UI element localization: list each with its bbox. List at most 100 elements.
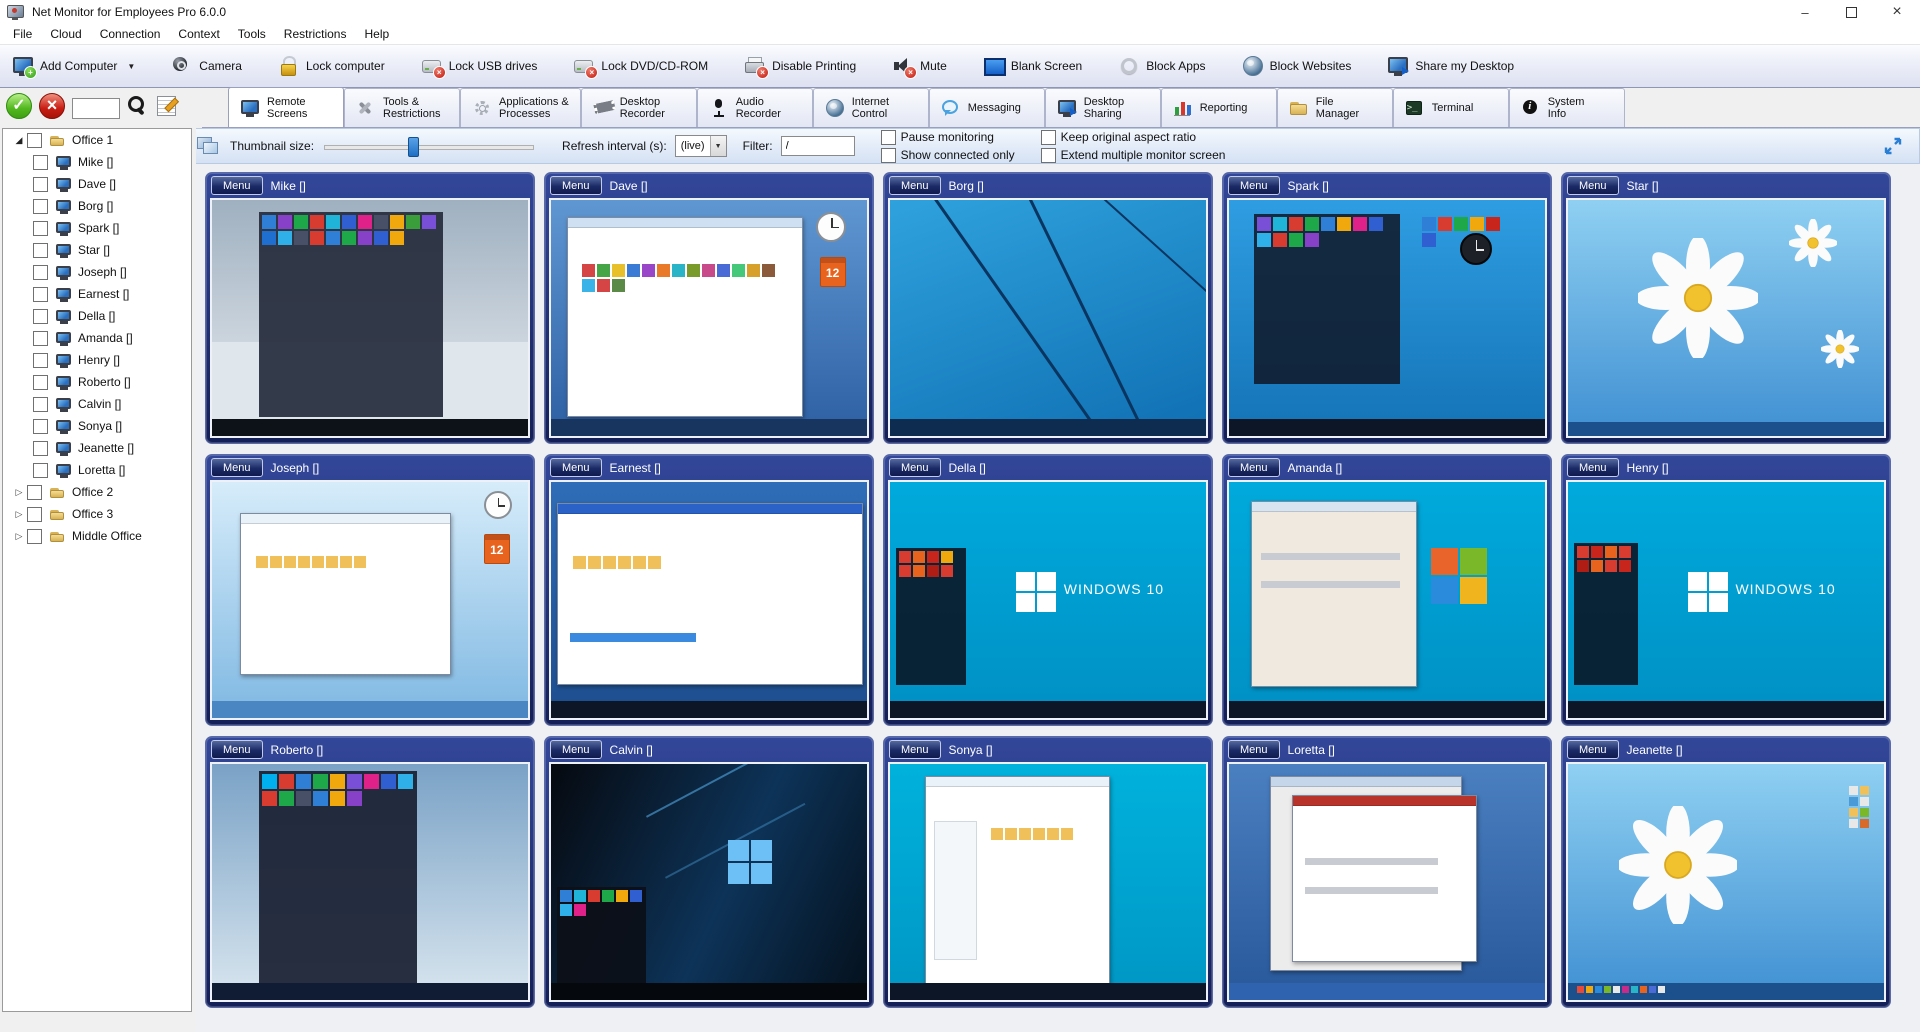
tree-checkbox[interactable] — [33, 353, 48, 368]
thumbnail-menu-button[interactable]: Menu — [550, 458, 602, 477]
menu-cloud[interactable]: Cloud — [41, 25, 90, 43]
tree-checkbox[interactable] — [33, 331, 48, 346]
tree-item-joseph[interactable]: Joseph [] — [3, 261, 191, 283]
toolbar-lock-dvd-cd-rom[interactable]: ×Lock DVD/CD-ROM — [573, 55, 708, 77]
menu-connection[interactable]: Connection — [91, 25, 170, 43]
remote-screen[interactable] — [1227, 762, 1547, 1002]
thumbnail-cell-sonya[interactable]: Menu Sonya [] — [883, 736, 1213, 1008]
tab-terminal[interactable]: >_Terminal — [1393, 88, 1509, 127]
thumbnail-menu-button[interactable]: Menu — [1567, 458, 1619, 477]
checkbox-box[interactable] — [881, 148, 896, 163]
tree-item-middle-office[interactable]: ▷Middle Office — [3, 525, 191, 547]
tree-checkbox[interactable] — [27, 133, 42, 148]
tree-checkbox[interactable] — [33, 243, 48, 258]
thumbnail-menu-button[interactable]: Menu — [889, 176, 941, 195]
thumbnail-menu-button[interactable]: Menu — [1228, 458, 1280, 477]
tree-checkbox[interactable] — [33, 441, 48, 456]
toolbar-block-apps[interactable]: Block Apps — [1118, 55, 1205, 77]
tree-checkbox[interactable] — [33, 375, 48, 390]
tab-audio-recorder[interactable]: AudioRecorder — [697, 88, 813, 127]
tree-item-mike[interactable]: Mike [] — [3, 151, 191, 173]
tree-checkbox[interactable] — [27, 485, 42, 500]
tab-desktop-sharing[interactable]: DesktopSharing — [1045, 88, 1161, 127]
thumbnail-menu-button[interactable]: Menu — [1228, 740, 1280, 759]
tree-checkbox[interactable] — [33, 265, 48, 280]
checkbox-pause-monitoring[interactable]: Pause monitoring — [881, 130, 1015, 145]
tab-tools-restrictions[interactable]: Tools &Restrictions — [344, 88, 460, 127]
thumbnail-cell-dave[interactable]: Menu Dave [] 12 — [544, 172, 874, 444]
close-button[interactable]: × — [1874, 0, 1920, 24]
tree-item-amanda[interactable]: Amanda [] — [3, 327, 191, 349]
remote-screen[interactable] — [1227, 198, 1547, 438]
tree-item-sonya[interactable]: Sonya [] — [3, 415, 191, 437]
tree-checkbox[interactable] — [33, 463, 48, 478]
thumbnail-cell-loretta[interactable]: Menu Loretta [] — [1222, 736, 1552, 1008]
slider-handle[interactable] — [408, 137, 419, 157]
toolbar-lock-computer[interactable]: Lock computer — [278, 55, 385, 77]
remote-screen[interactable] — [1566, 762, 1886, 1002]
minimize-button[interactable]: – — [1782, 0, 1828, 24]
maximize-button[interactable] — [1828, 0, 1874, 24]
tree-item-office-2[interactable]: ▷Office 2 — [3, 481, 191, 503]
tree-item-roberto[interactable]: Roberto [] — [3, 371, 191, 393]
tree-item-borg[interactable]: Borg [] — [3, 195, 191, 217]
tree-item-star[interactable]: Star [] — [3, 239, 191, 261]
tree-item-calvin[interactable]: Calvin [] — [3, 393, 191, 415]
tree-checkbox[interactable] — [27, 529, 42, 544]
checkbox-box[interactable] — [881, 130, 896, 145]
tab-reporting[interactable]: Reporting — [1161, 88, 1277, 127]
expand-view-icon[interactable] — [1883, 136, 1903, 156]
remote-screen[interactable] — [888, 762, 1208, 1002]
thumbnail-cell-mike[interactable]: Menu Mike [] — [205, 172, 535, 444]
toolbar-camera[interactable]: Camera — [171, 55, 242, 77]
tree-checkbox[interactable] — [33, 177, 48, 192]
thumbnail-cell-roberto[interactable]: Menu Roberto [] — [205, 736, 535, 1008]
menu-help[interactable]: Help — [355, 25, 398, 43]
thumbnail-menu-button[interactable]: Menu — [550, 740, 602, 759]
remote-screen[interactable] — [549, 762, 869, 1002]
tree-item-dave[interactable]: Dave [] — [3, 173, 191, 195]
thumbnail-menu-button[interactable]: Menu — [1567, 740, 1619, 759]
toolbar-block-websites[interactable]: Block Websites — [1242, 55, 1352, 77]
remote-screen[interactable]: 12 — [549, 198, 869, 438]
expand-icon[interactable]: ▷ — [11, 487, 27, 498]
thumbnail-menu-button[interactable]: Menu — [889, 458, 941, 477]
tree-item-spark[interactable]: Spark [] — [3, 217, 191, 239]
tab-applications-processes[interactable]: Applications &Processes — [460, 88, 581, 127]
tree-item-loretta[interactable]: Loretta [] — [3, 459, 191, 481]
expand-icon[interactable]: ▷ — [11, 509, 27, 520]
tab-messaging[interactable]: Messaging — [929, 88, 1045, 127]
search-button[interactable] — [127, 95, 149, 122]
menu-restrictions[interactable]: Restrictions — [275, 25, 356, 43]
thumbnail-menu-button[interactable]: Menu — [211, 176, 263, 195]
checkbox-keep-original-aspect-ratio[interactable]: Keep original aspect ratio — [1041, 130, 1226, 145]
disconnect-button[interactable]: × — [39, 93, 65, 124]
remote-screen[interactable] — [210, 198, 530, 438]
checkbox-extend-multiple-monitor-screen[interactable]: Extend multiple monitor screen — [1041, 148, 1226, 163]
tree-checkbox[interactable] — [33, 199, 48, 214]
expand-icon[interactable]: ▷ — [11, 531, 27, 542]
thumbnail-cell-joseph[interactable]: Menu Joseph [] 12 — [205, 454, 535, 726]
thumbnail-cell-borg[interactable]: Menu Borg [] — [883, 172, 1213, 444]
toolbar-lock-usb-drives[interactable]: ×Lock USB drives — [421, 55, 538, 77]
toolbar-mute[interactable]: ×Mute — [892, 55, 947, 77]
remote-screen[interactable] — [1566, 198, 1886, 438]
search-input[interactable] — [72, 98, 120, 119]
tab-file-manager[interactable]: FileManager — [1277, 88, 1393, 127]
collapse-icon[interactable]: ◢ — [11, 135, 27, 146]
toolbar-blank-screen[interactable]: Blank Screen — [983, 55, 1082, 77]
tab-remote-screens[interactable]: RemoteScreens — [228, 87, 344, 127]
thumbnail-menu-button[interactable]: Menu — [1567, 176, 1619, 195]
filter-input[interactable] — [781, 136, 855, 156]
toolbar-disable-printing[interactable]: ×Disable Printing — [744, 55, 856, 77]
menu-file[interactable]: File — [4, 25, 41, 43]
thumbnail-cell-henry[interactable]: Menu Henry [] WINDOWS 10 — [1561, 454, 1891, 726]
remote-screen[interactable] — [549, 480, 869, 720]
tree-item-della[interactable]: Della [] — [3, 305, 191, 327]
remote-screen[interactable] — [1227, 480, 1547, 720]
refresh-interval-select[interactable]: (live) ▼ — [675, 135, 727, 157]
thumbnail-cell-jeanette[interactable]: Menu Jeanette [] — [1561, 736, 1891, 1008]
checkbox-show-connected-only[interactable]: Show connected only — [881, 148, 1015, 163]
tree-checkbox[interactable] — [33, 309, 48, 324]
tree-checkbox[interactable] — [33, 221, 48, 236]
